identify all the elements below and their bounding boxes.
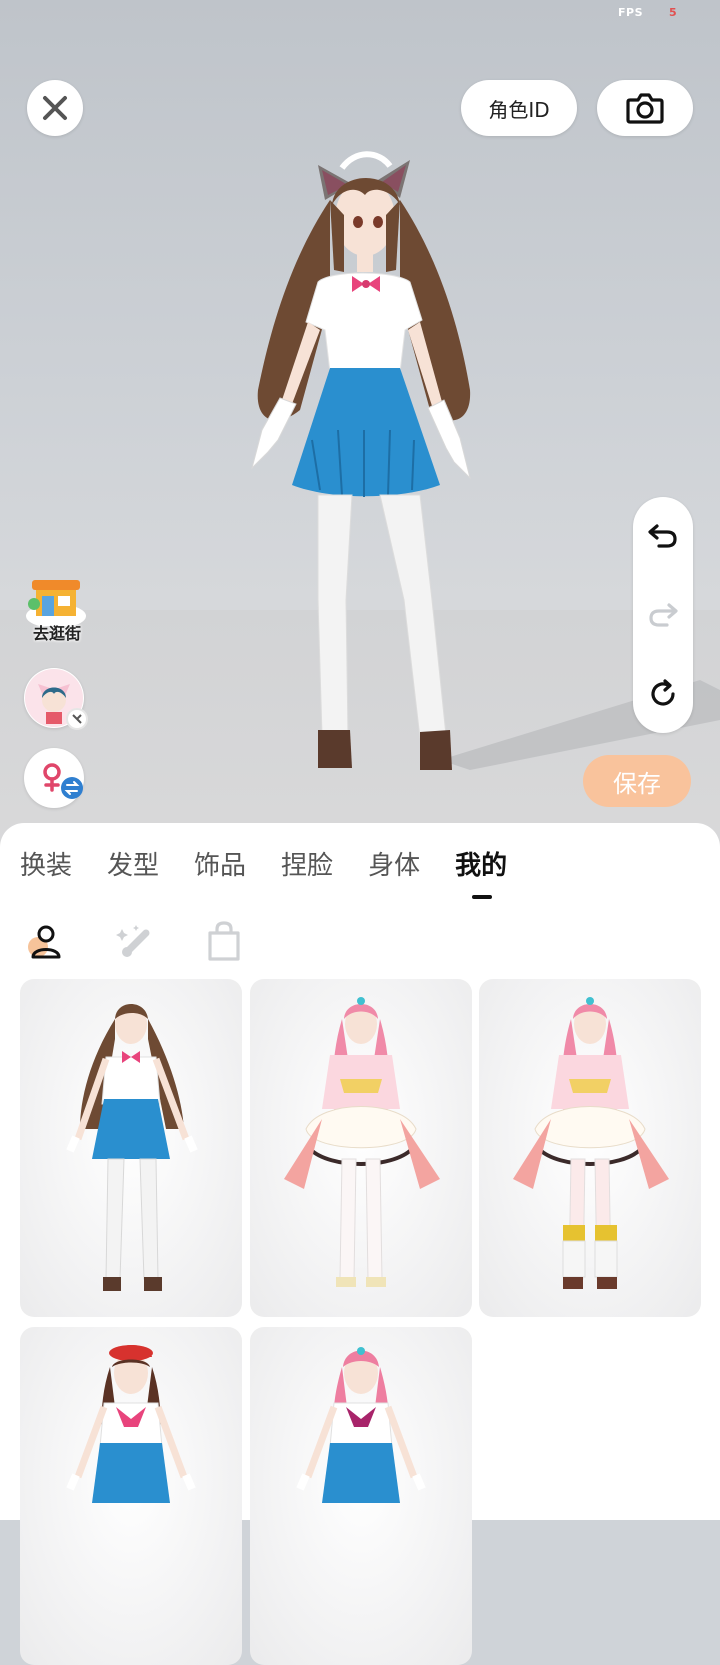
undo-icon	[648, 524, 677, 548]
subtab-effects[interactable]	[114, 919, 154, 963]
outfit-card[interactable]	[20, 979, 242, 1317]
subtab-purchased[interactable]	[204, 919, 244, 963]
gender-switch-icon	[43, 763, 83, 799]
outfit-thumbnail-pink-dress-boots	[513, 997, 669, 1289]
reset-button[interactable]	[643, 674, 683, 714]
outfit-thumbnail-pink-sailor	[296, 1347, 426, 1503]
outfit-thumbnail-red-beret	[66, 1345, 196, 1503]
role-id-button[interactable]: 角色ID	[461, 80, 577, 136]
magic-brush-icon	[116, 925, 150, 957]
redo-icon	[649, 603, 678, 627]
tab-face[interactable]: 捏脸	[281, 845, 333, 882]
shop-icon	[26, 580, 86, 628]
tab-outfit[interactable]: 换装	[20, 845, 72, 882]
close-button[interactable]	[27, 80, 83, 136]
tab-accessories[interactable]: 饰品	[194, 845, 246, 882]
outfit-card[interactable]	[250, 1327, 472, 1665]
fps-value: 5	[669, 6, 678, 19]
subtab-characters[interactable]	[24, 919, 64, 963]
outfit-card[interactable]	[479, 979, 701, 1317]
switch-badge	[66, 708, 88, 730]
save-button[interactable]: 保存	[583, 755, 691, 807]
tab-body[interactable]: 身体	[368, 845, 420, 882]
gender-switch-button[interactable]	[24, 748, 88, 812]
go-shopping-button[interactable]: 去逛街	[24, 576, 88, 643]
undo-button[interactable]	[643, 516, 683, 556]
category-tabs: 换装 发型 饰品 捏脸 身体 我的	[20, 845, 542, 899]
outfit-card[interactable]	[20, 1327, 242, 1665]
reset-icon	[651, 679, 675, 706]
outfit-thumbnail-pink-dress	[284, 997, 440, 1287]
outfit-thumbnail-brown-hair	[66, 1004, 198, 1291]
avatar-stage[interactable]: FPS 5 角色ID 去逛街 保存	[0, 0, 720, 860]
avatar-thumbnail	[24, 668, 88, 730]
role-id-label: 角色ID	[488, 97, 550, 122]
fps-label: FPS	[618, 6, 643, 19]
customization-panel: 换装 发型 饰品 捏脸 身体 我的	[0, 823, 720, 1665]
redo-button[interactable]	[643, 595, 683, 635]
tab-hairstyle[interactable]: 发型	[107, 845, 159, 882]
close-icon	[43, 96, 67, 120]
fps-counter: FPS 5	[618, 6, 677, 19]
avatar-switch-button[interactable]	[24, 668, 88, 732]
camera-button[interactable]	[597, 80, 693, 136]
sub-tabs	[24, 919, 244, 963]
history-panel	[633, 497, 693, 733]
tab-mine[interactable]: 我的	[455, 845, 507, 899]
outfit-card[interactable]	[250, 979, 472, 1317]
camera-icon	[626, 93, 664, 124]
shopping-bag-icon	[208, 921, 240, 961]
go-shopping-label: 去逛街	[32, 624, 81, 643]
person-icon	[28, 925, 61, 959]
